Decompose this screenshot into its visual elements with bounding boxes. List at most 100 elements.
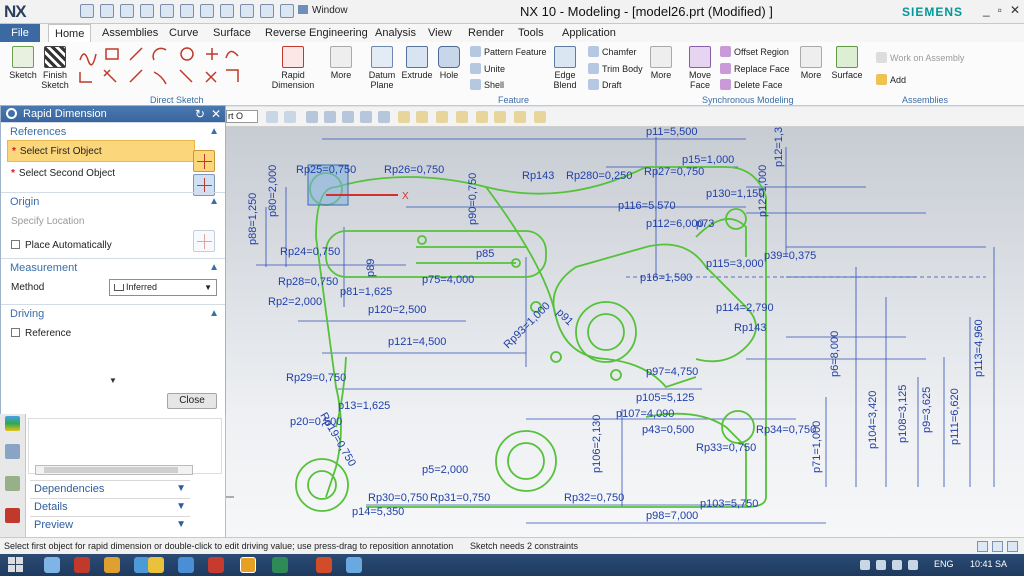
dimension-label[interactable]: p81=1,625 [340, 286, 392, 298]
sketch-tools-icons[interactable] [76, 46, 246, 90]
roles-icon[interactable] [5, 476, 20, 491]
dimension-label[interactable]: p75=4,000 [422, 274, 474, 286]
tab-home[interactable]: Home [48, 24, 92, 42]
edge-blend-button[interactable]: Edge Blend [548, 46, 582, 90]
move-face-button[interactable]: Move Face [686, 46, 714, 90]
extrude-button[interactable]: Extrude [400, 46, 434, 80]
dimension-label[interactable]: p90=0,750 [467, 173, 479, 225]
dimension-label[interactable]: p80=2,000 [267, 165, 279, 217]
reference-row[interactable]: Reference [1, 322, 225, 346]
snap-curve-icon[interactable] [476, 111, 488, 123]
dimension-label[interactable]: Rp143 [522, 170, 554, 182]
horizontal-scrollbar[interactable] [35, 465, 193, 475]
nx-logo[interactable]: NX [4, 2, 27, 22]
dimension-label[interactable]: Rp33=0,750 [696, 442, 756, 454]
dimension-label[interactable]: Rp143 [734, 322, 766, 334]
dimension-label[interactable]: Rp27=0,750 [644, 166, 704, 178]
dimension-label[interactable]: Rp24=0,750 [280, 246, 340, 258]
chrome-icon[interactable] [148, 557, 164, 573]
dimension-label[interactable]: p71=1,000 [811, 421, 823, 473]
paste-icon[interactable] [220, 4, 234, 18]
select-edges-icon[interactable] [360, 111, 372, 123]
minimize-button[interactable]: _ [983, 3, 990, 17]
dimension-label[interactable]: p116=5,570 [618, 200, 676, 212]
dimension-label[interactable]: p5=2,000 [422, 464, 468, 476]
status-window-icon[interactable] [1007, 541, 1018, 552]
snap-quadrant-icon[interactable] [514, 111, 526, 123]
unite-button[interactable]: Unite [470, 63, 505, 74]
dimension-label[interactable]: Rp32=0,750 [564, 492, 624, 504]
dimension-label[interactable]: Rp34=0,750 [756, 424, 816, 436]
measurement-section[interactable]: Measurement ▲ [1, 258, 225, 276]
snap-on-curve-icon[interactable] [534, 111, 546, 123]
app-icon-9[interactable] [272, 557, 288, 573]
select-features-icon[interactable] [324, 111, 336, 123]
dimension-label[interactable]: Rp28=0,750 [278, 276, 338, 288]
chamfer-button[interactable]: Chamfer [588, 46, 637, 57]
shell-button[interactable]: Shell [470, 79, 504, 90]
dimension-label[interactable]: p39=0,375 [764, 250, 816, 262]
dimension-label[interactable]: Rp25=0,750 [296, 164, 356, 176]
graphics-window[interactable]: X p11=5,500 p15=1,000 p12=1,375 Rp25=0,750 R… [226, 127, 1024, 537]
touch-mode-icon[interactable] [280, 4, 294, 18]
type-filter-select[interactable]: rt O [226, 110, 258, 123]
dimension-label[interactable]: p103=5,750 [700, 498, 758, 510]
dimension-label[interactable]: p121=4,500 [388, 336, 446, 348]
dimension-label[interactable]: p104=3,420 [867, 391, 879, 449]
language-indicator[interactable]: ENG [934, 559, 954, 569]
dimension-label[interactable]: Rp93=1,000 [502, 300, 553, 351]
dimension-label[interactable]: p89 [365, 259, 377, 277]
tray-battery-icon[interactable] [908, 560, 918, 570]
snap-intersection-icon[interactable] [494, 111, 506, 123]
dimension-label[interactable]: p73 [696, 218, 714, 230]
dimension-label[interactable]: Rp31=0,750 [430, 492, 490, 504]
snap-center-icon[interactable] [456, 111, 468, 123]
folder-icon[interactable] [104, 557, 120, 573]
dependencies-panel[interactable]: Dependencies ▼ [30, 480, 190, 496]
tab-file[interactable]: File [0, 24, 40, 42]
hole-button[interactable]: Hole [436, 46, 462, 80]
method-select[interactable]: Inferred ▼ [109, 279, 217, 296]
save-icon[interactable] [100, 4, 114, 18]
details-panel[interactable]: Details ▼ [30, 498, 190, 514]
place-automatically-row[interactable]: Place Automatically [1, 234, 225, 258]
dimension-label[interactable]: p108=3,125 [897, 385, 909, 443]
tray-arrow-icon[interactable] [860, 560, 870, 570]
tab-render[interactable]: Render [462, 24, 510, 42]
app-icon-10[interactable] [316, 557, 332, 573]
offset-region-button[interactable]: Offset Region [720, 46, 789, 57]
restore-button[interactable]: ▫ [998, 3, 1002, 17]
origin-section[interactable]: Origin ▲ [1, 192, 225, 210]
undo-icon[interactable] [140, 4, 154, 18]
datum-plane-button[interactable]: Datum Plane [364, 46, 400, 90]
nx-taskbar-icon[interactable] [240, 557, 256, 573]
trim-body-button[interactable]: Trim Body [588, 63, 643, 74]
dimension-label[interactable]: p111=6,620 [949, 388, 961, 445]
surface-button[interactable]: Surface [830, 46, 864, 80]
rapid-dimension-button[interactable]: Rapid Dimension [268, 46, 318, 90]
app-icon-11[interactable] [346, 557, 362, 573]
save-all-icon[interactable] [120, 4, 134, 18]
show-more-chevron-icon[interactable]: ▼ [109, 376, 117, 385]
repeat-command-icon[interactable] [260, 4, 274, 18]
finish-sketch-button[interactable]: Finish Sketch [38, 46, 72, 90]
explorer-icon[interactable] [44, 557, 60, 573]
tray-network-icon[interactable] [876, 560, 886, 570]
system-materials-icon[interactable] [5, 508, 20, 523]
dimension-label[interactable]: p115=3,000 [706, 258, 764, 270]
tab-application[interactable]: Application [556, 24, 622, 42]
add-component-button[interactable]: Add [876, 74, 906, 85]
snap-point-icon[interactable] [398, 111, 410, 123]
tab-assemblies[interactable]: Assemblies [96, 24, 164, 42]
dimension-label[interactable]: p6=8,000 [829, 331, 841, 377]
tab-tools[interactable]: Tools [512, 24, 550, 42]
reference-checkbox[interactable] [11, 328, 20, 337]
dimension-label[interactable]: Rp26=0,750 [384, 164, 444, 176]
dimension-label[interactable]: p130=1,150 [706, 188, 764, 200]
close-window-button[interactable]: ✕ [1010, 3, 1020, 17]
windows-start-icon[interactable] [8, 557, 24, 573]
filter-icon[interactable] [266, 111, 278, 123]
dimension-label[interactable]: p114=2,790 [716, 302, 774, 314]
select-first-object-row[interactable]: * Select First Object [7, 140, 195, 162]
history-palette-icon[interactable] [5, 416, 20, 431]
